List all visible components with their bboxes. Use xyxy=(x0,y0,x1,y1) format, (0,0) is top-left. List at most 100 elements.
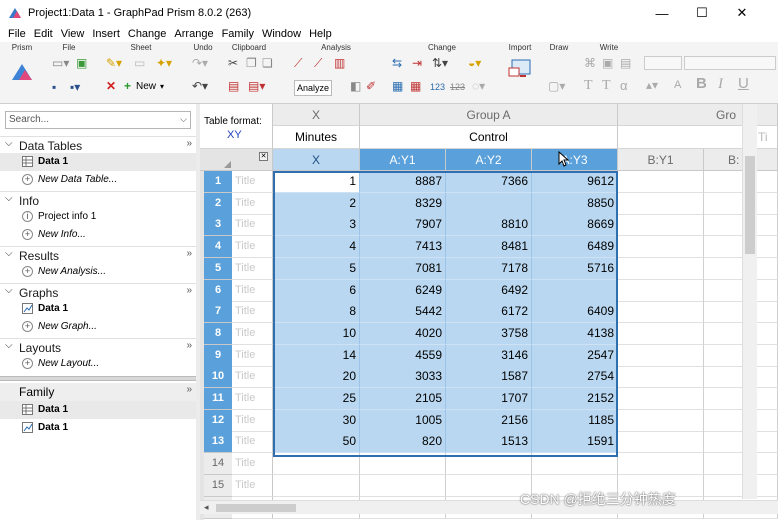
table-cell-y3[interactable]: 1185 xyxy=(532,410,618,432)
paste-icon[interactable]: ▤ xyxy=(228,79,239,93)
table-cell-y3[interactable]: 2754 xyxy=(532,366,618,388)
family-item-graph[interactable]: Data 1 xyxy=(0,419,196,437)
table-cell-y2[interactable]: 1587 xyxy=(446,366,532,388)
table-cell-y2[interactable]: 6172 xyxy=(446,301,532,323)
table-cell-x[interactable]: 25 xyxy=(273,388,360,410)
table-cell-y2[interactable]: 6492 xyxy=(446,280,532,302)
group-a-header[interactable]: Group A xyxy=(360,104,618,126)
table-cell-group-b[interactable] xyxy=(704,280,778,302)
column-header-a-y2[interactable]: A:Y2 xyxy=(446,149,532,171)
table-cell-group-b[interactable] xyxy=(704,193,778,215)
table-cell-x[interactable]: 14 xyxy=(273,345,360,367)
pencil-icon[interactable]: ✐ xyxy=(366,79,376,93)
table-cell-group-b[interactable] xyxy=(618,366,704,388)
table-cell-group-b[interactable] xyxy=(618,280,704,302)
undo-icon[interactable]: ↶▾ xyxy=(192,79,208,93)
family-item-data-table[interactable]: Data 1 xyxy=(0,401,196,419)
table-cell-group-b[interactable] xyxy=(704,431,778,453)
more-icon[interactable]: » xyxy=(186,384,192,395)
text-tool-icon[interactable]: T xyxy=(584,79,593,93)
row-header[interactable]: 6 xyxy=(204,280,232,302)
x-group-header[interactable]: X xyxy=(273,104,360,126)
copy-format-icon[interactable]: ❏ xyxy=(262,56,273,70)
fill-color-icon[interactable]: ◒▾ xyxy=(468,56,481,70)
table-cell-y3[interactable]: 8850 xyxy=(532,193,618,215)
table-cell-group-b[interactable] xyxy=(704,366,778,388)
table-cell-group-b[interactable] xyxy=(618,258,704,280)
table-cell-x[interactable]: 10 xyxy=(273,323,360,345)
table-cell-group-b[interactable] xyxy=(618,323,704,345)
nav-item-project-info[interactable]: i Project info 1 xyxy=(0,208,196,226)
row-header[interactable]: 11 xyxy=(204,388,232,410)
delete-sheet-icon[interactable]: ✕ xyxy=(106,79,116,93)
analysis-tool-icon[interactable]: ◧ xyxy=(350,79,361,93)
table-cell-y3[interactable]: 1591 xyxy=(532,431,618,453)
write-link-icon[interactable]: ⌘ xyxy=(584,56,596,70)
table-cell-y1[interactable]: 2105 xyxy=(360,388,446,410)
table-cell-y2[interactable] xyxy=(446,453,532,475)
table-cell-x[interactable]: 20 xyxy=(273,366,360,388)
table-cell-group-b[interactable] xyxy=(704,301,778,323)
nav-item-new-analysis[interactable]: + New Analysis... xyxy=(0,263,196,281)
sort-icon[interactable]: ⇅▾ xyxy=(432,56,448,70)
horizontal-scroll-thumb[interactable] xyxy=(216,504,296,512)
table-cell-group-b[interactable] xyxy=(618,214,704,236)
font-name-combobox[interactable] xyxy=(644,56,682,70)
decimal-format-icon[interactable]: 123 xyxy=(430,80,445,94)
table-cell-group-b[interactable] xyxy=(618,193,704,215)
table-cell-x[interactable]: 3 xyxy=(273,214,360,236)
prism-logo-icon[interactable] xyxy=(10,62,34,82)
table-cell-y2[interactable]: 2156 xyxy=(446,410,532,432)
table-cell-group-b[interactable] xyxy=(618,388,704,410)
row-title-cell[interactable]: Title xyxy=(232,453,273,475)
table-cell-group-b[interactable] xyxy=(704,475,778,497)
table-cell-y1[interactable]: 8887 xyxy=(360,171,446,193)
row-header[interactable]: 9 xyxy=(204,345,232,367)
table-cell-group-b[interactable] xyxy=(704,388,778,410)
table-cell-x[interactable] xyxy=(273,453,360,475)
write-object-icon[interactable]: ▤ xyxy=(620,56,631,70)
table-cell-y1[interactable] xyxy=(360,475,446,497)
x-title-cell[interactable]: Minutes xyxy=(273,126,360,149)
row-title-cell[interactable]: Title xyxy=(232,388,273,410)
font-size-combobox[interactable] xyxy=(684,56,776,70)
bold-icon[interactable]: B xyxy=(696,76,707,91)
text-baseline-icon[interactable]: A xyxy=(674,78,681,92)
table-cell-y2[interactable]: 7178 xyxy=(446,258,532,280)
table-cell-y3[interactable] xyxy=(532,453,618,475)
table-cell-x[interactable]: 30 xyxy=(273,410,360,432)
row-header[interactable]: 5 xyxy=(204,258,232,280)
row-title-cell[interactable]: Title xyxy=(232,171,273,193)
table-cell-y3[interactable] xyxy=(532,280,618,302)
row-title-cell[interactable]: Title xyxy=(232,366,273,388)
row-header[interactable]: 4 xyxy=(204,236,232,258)
sheet-tool-icon[interactable]: ▭ xyxy=(134,56,145,70)
row-header[interactable]: 13 xyxy=(204,431,232,453)
underline-icon[interactable]: U xyxy=(738,76,749,91)
new-sheet-dropdown-icon[interactable]: ▾ xyxy=(160,80,164,94)
data-format-icon[interactable]: ▦ xyxy=(410,79,421,93)
table-cell-x[interactable]: 8 xyxy=(273,301,360,323)
table-cell-y2[interactable]: 8481 xyxy=(446,236,532,258)
table-cell-group-b[interactable] xyxy=(704,410,778,432)
text-format-icon[interactable]: T xyxy=(602,79,611,93)
more-icon[interactable]: » xyxy=(186,248,192,259)
row-title-cell[interactable]: Title xyxy=(232,475,273,497)
menu-window[interactable]: Window xyxy=(262,28,301,40)
cut-icon[interactable]: ✂ xyxy=(228,56,238,70)
section-info[interactable]: ⌵ Info xyxy=(0,191,196,208)
table-cell-y1[interactable]: 4020 xyxy=(360,323,446,345)
chevron-down-icon[interactable]: ⌵ xyxy=(5,193,13,204)
row-header[interactable]: 14 xyxy=(204,453,232,475)
menu-family[interactable]: Family xyxy=(222,28,254,40)
table-cell-y3[interactable]: 6409 xyxy=(532,301,618,323)
section-results[interactable]: ⌵ Results » xyxy=(0,246,196,263)
italic-icon[interactable]: I xyxy=(718,77,723,92)
table-cell-y3[interactable]: 2152 xyxy=(532,388,618,410)
column-header-x[interactable]: X xyxy=(273,149,360,171)
nav-item-graph-data-1[interactable]: Data 1 xyxy=(0,300,196,318)
menu-file[interactable]: File xyxy=(8,28,26,40)
more-icon[interactable]: » xyxy=(186,138,192,149)
navigator-splitter[interactable] xyxy=(0,376,196,381)
maximize-button[interactable]: ☐ xyxy=(682,0,722,26)
